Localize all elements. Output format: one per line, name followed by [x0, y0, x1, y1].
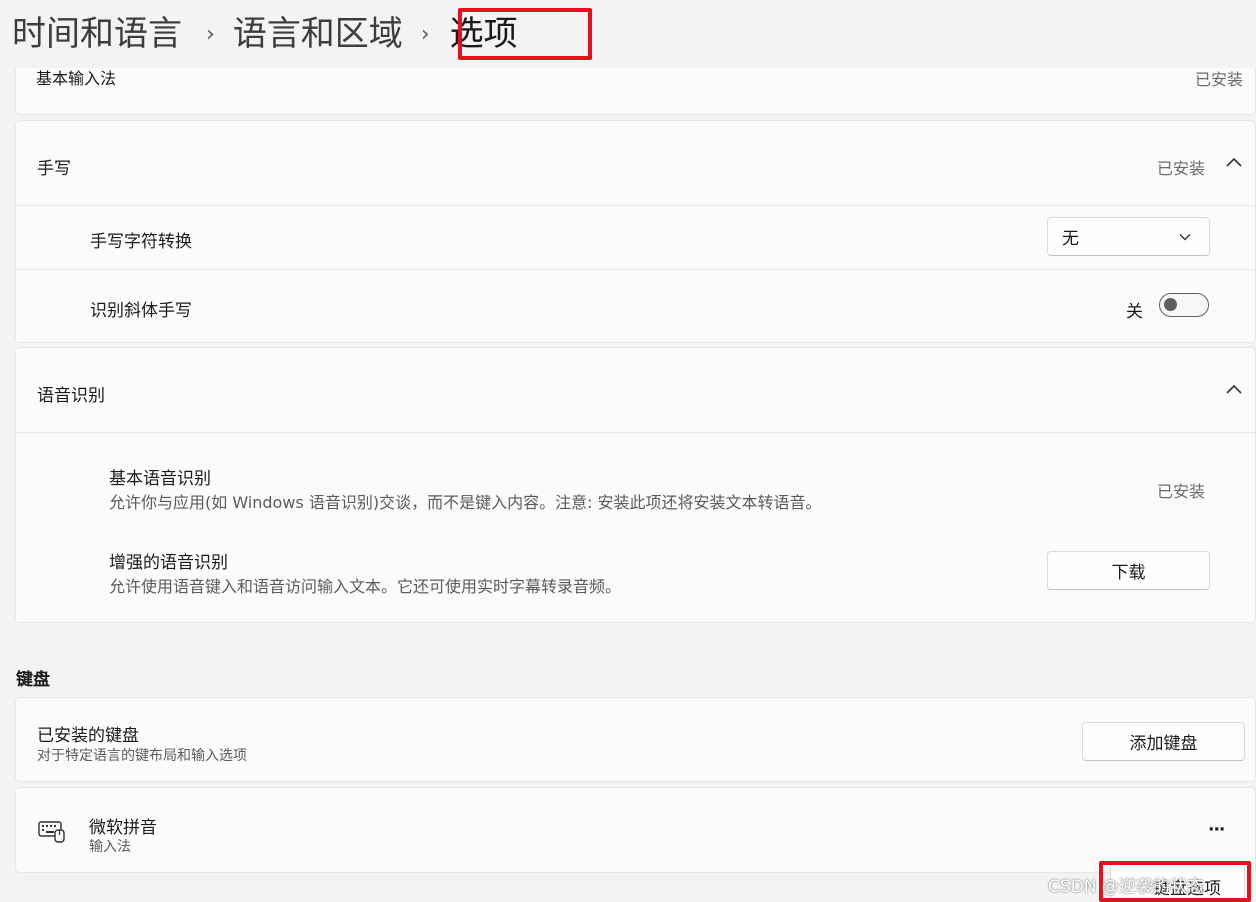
toggle-knob	[1164, 298, 1177, 311]
char-convert-dropdown[interactable]: 无	[1047, 217, 1210, 256]
italic-toggle-state: 关	[1126, 302, 1143, 322]
download-button[interactable]: 下载	[1047, 551, 1210, 590]
ime-card: 微软拼音 输入法 ···	[15, 787, 1256, 873]
add-keyboard-button[interactable]: 添加键盘	[1082, 722, 1245, 761]
handwriting-title: 手写	[37, 159, 71, 179]
breadcrumb-separator: ›	[206, 21, 215, 47]
more-options-button[interactable]: ···	[1208, 820, 1225, 840]
installed-keyboards-card: 已安装的键盘 对于特定语言的键布局和输入选项 添加键盘	[15, 697, 1256, 782]
installed-keyboards-title: 已安装的键盘	[37, 726, 139, 746]
basic-input-status: 已安装	[1194, 70, 1243, 89]
breadcrumb: 时间和语言 › 语言和区域 › 选项	[0, 0, 1256, 68]
italic-recognition-label: 识别斜体手写	[90, 301, 192, 321]
char-convert-label: 手写字符转换	[90, 232, 192, 252]
keyboard-icon	[38, 821, 65, 843]
basic-speech-title: 基本语音识别	[109, 469, 211, 489]
char-convert-value: 无	[1062, 229, 1079, 249]
chevron-up-icon[interactable]	[1225, 155, 1243, 169]
keyboard-section-title: 键盘	[16, 670, 50, 690]
basic-speech-desc: 允许你与应用(如 Windows 语音识别)交谈，而不是键入内容。注意: 安装此…	[109, 493, 822, 512]
ime-name: 微软拼音	[89, 818, 157, 838]
handwriting-header[interactable]: 手写 已安装	[16, 121, 1256, 205]
watermark: CSDN @逆袭的状态	[1048, 877, 1204, 897]
enhanced-speech-desc: 允许使用语音键入和语音访问输入文本。它还可使用实时字幕转录音频。	[109, 577, 622, 596]
handwriting-status: 已安装	[1157, 159, 1206, 178]
speech-header[interactable]: 语音识别	[16, 348, 1256, 432]
speech-title: 语音识别	[37, 386, 105, 406]
chevron-up-icon[interactable]	[1225, 382, 1243, 396]
basic-input-label: 基本输入法	[36, 69, 117, 88]
ime-type: 输入法	[89, 839, 131, 855]
enhanced-speech-title: 增强的语音识别	[109, 553, 228, 573]
installed-keyboards-desc: 对于特定语言的键布局和输入选项	[37, 748, 247, 764]
basic-speech-status: 已安装	[1157, 482, 1206, 501]
highlight-box-title	[458, 8, 592, 60]
breadcrumb-separator: ›	[420, 21, 430, 47]
speech-card: 语音识别 基本语音识别 允许你与应用(如 Windows 语音识别)交谈，而不是…	[15, 347, 1256, 623]
italic-toggle[interactable]	[1159, 293, 1209, 317]
breadcrumb-item-language-region[interactable]: 语言和区域	[233, 17, 403, 51]
breadcrumb-item-time-language[interactable]: 时间和语言	[12, 17, 182, 51]
handwriting-card: 手写 已安装 手写字符转换 无 识别斜体手写 关	[15, 120, 1256, 343]
chevron-down-icon	[1179, 233, 1191, 240]
